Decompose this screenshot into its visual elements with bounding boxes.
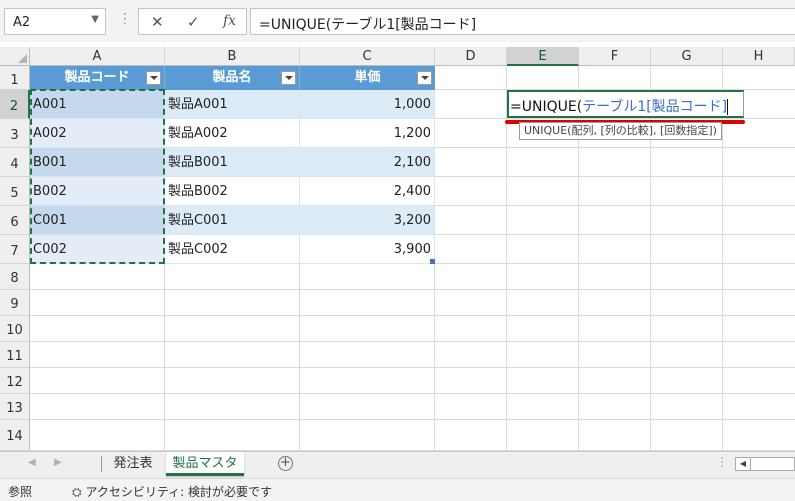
table-resize-handle[interactable] xyxy=(430,259,435,264)
table-cell-name[interactable]: 製品A002 xyxy=(165,119,300,148)
table-header-label: 製品名 xyxy=(212,70,252,85)
table-cell-name[interactable]: 製品B002 xyxy=(165,177,300,206)
filter-dropdown-icon[interactable] xyxy=(146,71,161,85)
table-header-name[interactable]: 製品名 xyxy=(165,66,300,90)
drag-handle-icon[interactable]: ⋮ xyxy=(118,11,132,27)
table-header-code[interactable]: 製品コード xyxy=(30,66,165,90)
accessibility-label: アクセシビリティ: 検討が必要です xyxy=(85,485,272,499)
cancel-icon[interactable]: ✕ xyxy=(151,13,164,31)
row-header-12[interactable]: 12 xyxy=(0,368,30,394)
row-header-5[interactable]: 5 xyxy=(0,177,30,206)
sheet-tab-product-master[interactable]: 製品マスタ xyxy=(166,452,244,476)
gridline xyxy=(30,341,795,342)
table-cell-price[interactable]: 2,400 xyxy=(300,177,435,206)
column-header-e[interactable]: E xyxy=(507,47,579,66)
gridline xyxy=(30,367,795,368)
add-sheet-icon[interactable]: + xyxy=(278,456,293,471)
chevron-down-icon[interactable]: ▼ xyxy=(91,14,99,25)
column-header-d[interactable]: D xyxy=(435,47,507,66)
insert-function-icon[interactable]: fx xyxy=(223,13,236,29)
column-header-h[interactable]: H xyxy=(723,47,795,66)
accessibility-status[interactable]: ⛭ アクセシビリティ: 検討が必要です xyxy=(72,483,272,500)
row-header-1[interactable]: 1 xyxy=(0,66,30,90)
row-header-2[interactable]: 2 xyxy=(0,90,30,119)
column-header-a[interactable]: A xyxy=(30,47,165,66)
row-header-13[interactable]: 13 xyxy=(0,394,30,420)
table-cell-price[interactable]: 3,200 xyxy=(300,206,435,235)
row-header-6[interactable]: 6 xyxy=(0,206,30,235)
scroll-left-arrow-icon[interactable]: ◀ xyxy=(736,458,751,470)
formula-input[interactable]: =UNIQUE(テーブル1[製品コード] xyxy=(250,8,795,35)
horizontal-scrollbar[interactable]: ◀ xyxy=(735,457,795,471)
table-cell-price[interactable]: 3,900 xyxy=(300,235,435,264)
formula-buttons: ✕ ✓ fx xyxy=(138,8,247,35)
table-header-price[interactable]: 単価 xyxy=(300,66,435,90)
sheet-tab-bar: ◀ ▶ 発注表 製品マスタ + ⋮ ◀ xyxy=(0,451,795,478)
row-header-4[interactable]: 4 xyxy=(0,148,30,177)
selection-marquee xyxy=(30,89,165,264)
name-box-value: A2 xyxy=(13,15,31,30)
row-header-9[interactable]: 9 xyxy=(0,290,30,316)
splitter-handle-icon[interactable]: ⋮ xyxy=(716,455,728,469)
column-header-b[interactable]: B xyxy=(165,47,300,66)
table-cell-price[interactable]: 2,100 xyxy=(300,148,435,177)
name-box[interactable]: A2 ▼ xyxy=(4,8,106,35)
cell-editor-text: =UNIQUE(テーブル1[製品コード] xyxy=(510,96,729,116)
row-header-10[interactable]: 10 xyxy=(0,316,30,342)
row-header-11[interactable]: 11 xyxy=(0,342,30,368)
accessibility-icon: ⛭ xyxy=(72,485,82,499)
gridline xyxy=(30,315,795,316)
worksheet-grid[interactable]: A B C D E F G H 1 2 3 4 5 6 7 8 9 10 11 … xyxy=(0,47,795,451)
range-reference: テーブル1[製品コード] xyxy=(582,99,728,115)
status-bar: 参照 ⛭ アクセシビリティ: 検討が必要です xyxy=(0,478,795,501)
table-header-label: 単価 xyxy=(354,70,381,85)
gridline xyxy=(30,419,795,420)
select-all-button[interactable] xyxy=(0,47,30,66)
sheet-tab-order[interactable]: 発注表 xyxy=(104,452,162,476)
row-header-14[interactable]: 14 xyxy=(0,420,30,451)
select-all-icon xyxy=(18,54,27,63)
column-header-c[interactable]: C xyxy=(300,47,435,66)
table-cell-name[interactable]: 製品A001 xyxy=(165,90,300,119)
filter-dropdown-icon[interactable] xyxy=(281,71,296,85)
table-cell-name[interactable]: 製品C002 xyxy=(165,235,300,264)
column-header-f[interactable]: F xyxy=(579,47,651,66)
scroll-left-icon[interactable]: ◀ xyxy=(28,457,36,468)
filter-dropdown-icon[interactable] xyxy=(417,71,432,85)
function-tooltip[interactable]: UNIQUE(配列, [列の比較], [回数指定]) xyxy=(519,122,722,140)
formula-text: =UNIQUE(テーブル1[製品コード] xyxy=(259,17,477,33)
check-icon[interactable]: ✓ xyxy=(187,13,200,31)
table-cell-price[interactable]: 1,200 xyxy=(300,119,435,148)
table-cell-price[interactable]: 1,000 xyxy=(300,90,435,119)
tab-divider xyxy=(101,456,102,472)
status-mode: 参照 xyxy=(8,485,33,499)
formula-bar: A2 ▼ ⋮ ✕ ✓ fx =UNIQUE(テーブル1[製品コード] xyxy=(0,0,795,42)
table-cell-name[interactable]: 製品B001 xyxy=(165,148,300,177)
function-name: =UNIQUE( xyxy=(510,99,583,115)
text-caret xyxy=(727,99,729,115)
table-cell-name[interactable]: 製品C001 xyxy=(165,206,300,235)
column-header-g[interactable]: G xyxy=(651,47,723,66)
row-header-3[interactable]: 3 xyxy=(0,119,30,148)
table-header-label: 製品コード xyxy=(64,70,130,85)
gridline xyxy=(30,289,795,290)
row-header-7[interactable]: 7 xyxy=(0,235,30,264)
row-header-8[interactable]: 8 xyxy=(0,264,30,290)
scroll-right-icon[interactable]: ▶ xyxy=(54,457,62,468)
gridline xyxy=(30,393,795,394)
cell-editor[interactable]: =UNIQUE(テーブル1[製品コード] xyxy=(507,90,744,118)
